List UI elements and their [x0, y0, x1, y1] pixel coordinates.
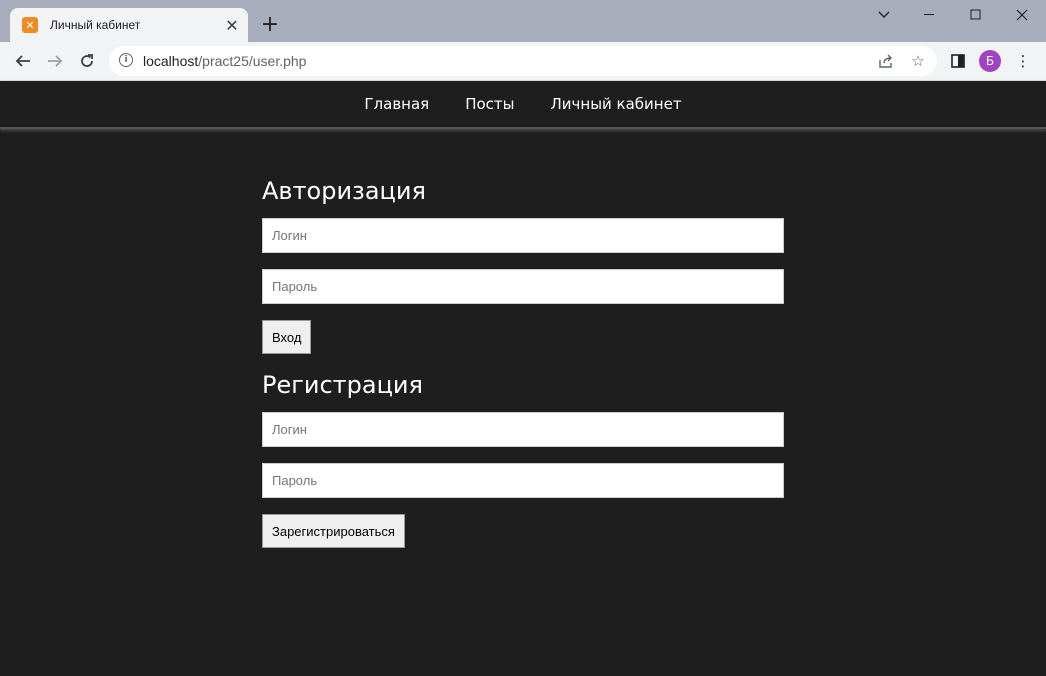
- new-tab-button[interactable]: +: [258, 12, 282, 37]
- url-host: localhost: [143, 53, 199, 69]
- nav-link-posts[interactable]: Посты: [465, 95, 514, 113]
- browser-tabstrip: ✕ Личный кабинет ✕ +: [0, 0, 1046, 42]
- menu-kebab-icon[interactable]: ⋮: [1012, 50, 1034, 72]
- login-submit-button[interactable]: Вход: [262, 320, 312, 354]
- login-heading: Авторизация: [262, 177, 426, 205]
- register-submit-button[interactable]: Зарегистрироваться: [262, 514, 405, 548]
- browser-tab[interactable]: ✕ Личный кабинет ✕: [10, 8, 248, 42]
- back-arrow-icon[interactable]: [9, 47, 37, 75]
- reload-icon[interactable]: [73, 47, 101, 75]
- login-password-input[interactable]: [262, 269, 784, 304]
- register-heading: Регистрация: [262, 371, 423, 399]
- address-bar[interactable]: i localhost/pract25/user.php ☆: [109, 46, 937, 76]
- profile-avatar[interactable]: Б: [979, 50, 1001, 72]
- tab-search-icon[interactable]: [861, 0, 907, 30]
- url-text[interactable]: localhost/pract25/user.php: [143, 53, 306, 69]
- tab-close-icon[interactable]: ✕: [222, 15, 242, 35]
- bookmark-star-icon[interactable]: ☆: [907, 50, 929, 72]
- browser-toolbar: i localhost/pract25/user.php ☆ Б ⋮: [0, 42, 1046, 81]
- xampp-favicon-icon: ✕: [22, 17, 38, 33]
- url-path: /pract25/user.php: [198, 53, 307, 69]
- side-panel-icon[interactable]: [947, 50, 969, 72]
- site-nav: Главная Посты Личный кабинет: [0, 81, 1046, 129]
- nav-link-account[interactable]: Личный кабинет: [551, 95, 682, 113]
- share-icon[interactable]: [875, 50, 897, 72]
- minimize-button[interactable]: [907, 0, 953, 30]
- login-username-input[interactable]: [262, 218, 784, 253]
- close-window-button[interactable]: [999, 0, 1045, 30]
- site-info-icon[interactable]: i: [119, 53, 133, 67]
- tab-title: Личный кабинет: [50, 18, 141, 32]
- nav-link-home[interactable]: Главная: [364, 95, 429, 113]
- main-content: Авторизация Вход Регистрация Зарегистрир…: [262, 170, 784, 564]
- forward-arrow-icon[interactable]: [41, 47, 69, 75]
- maximize-button[interactable]: [953, 0, 999, 30]
- register-password-input[interactable]: [262, 463, 784, 498]
- register-username-input[interactable]: [262, 412, 784, 447]
